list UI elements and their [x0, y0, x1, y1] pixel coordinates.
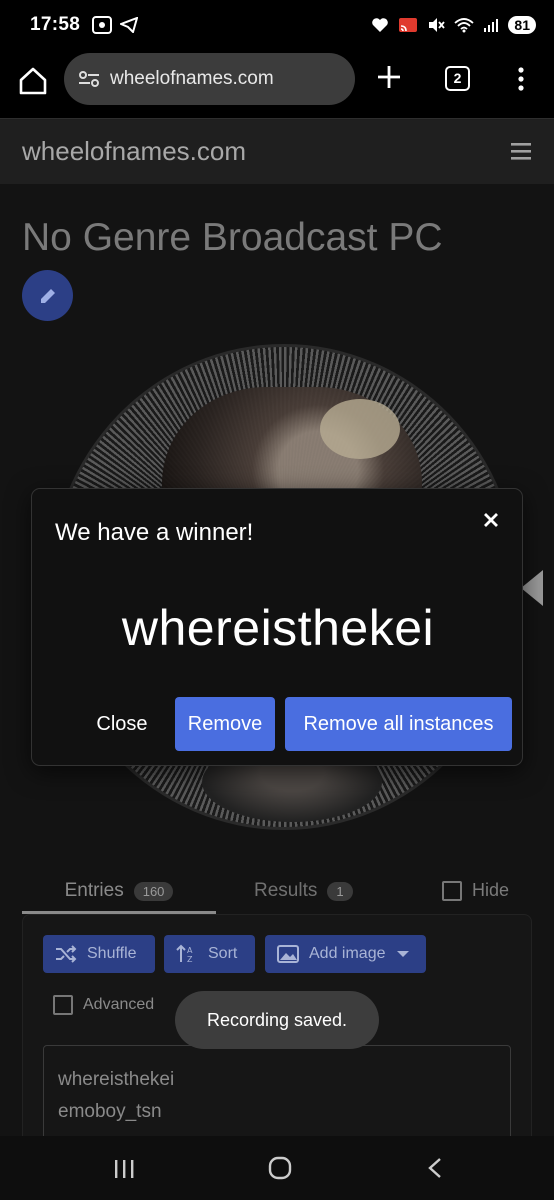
- add-image-button[interactable]: Add image: [265, 935, 426, 973]
- shuffle-icon: [56, 945, 77, 963]
- site-settings-icon[interactable]: [78, 70, 100, 88]
- edit-title-button[interactable]: [22, 270, 73, 321]
- signal-icon: [484, 19, 499, 32]
- remove-all-instances-button[interactable]: Remove all instances: [285, 697, 512, 751]
- page-title: No Genre Broadcast PC: [22, 216, 443, 259]
- site-title[interactable]: wheelofnames.com: [22, 136, 246, 167]
- url-text: wheelofnames.com: [110, 68, 274, 89]
- toast-notification: Recording saved.: [175, 991, 379, 1049]
- advanced-checkbox[interactable]: [53, 995, 73, 1015]
- tab-entries[interactable]: Entries 160: [22, 868, 216, 914]
- wheel-pointer: [521, 570, 543, 606]
- status-bar: 17:58 81: [0, 0, 554, 50]
- svg-text:Z: Z: [187, 955, 193, 964]
- new-tab-icon[interactable]: [372, 60, 406, 94]
- mute-icon: [429, 18, 446, 32]
- hide-checkbox[interactable]: [442, 880, 462, 901]
- close-icon[interactable]: [478, 507, 504, 533]
- status-time: 17:58: [30, 14, 81, 35]
- wifi-icon: [454, 18, 475, 33]
- back-icon[interactable]: [425, 1156, 445, 1180]
- hamburger-menu-icon[interactable]: [510, 141, 532, 161]
- sort-button[interactable]: AZ Sort: [164, 935, 255, 973]
- remove-button[interactable]: Remove: [175, 697, 275, 751]
- image-icon: [277, 945, 299, 963]
- tab-results[interactable]: Results 1: [254, 868, 353, 914]
- tab-switcher-button[interactable]: 2: [445, 66, 470, 91]
- close-button[interactable]: Close: [84, 697, 160, 751]
- system-nav-bar: [0, 1136, 554, 1200]
- entry-line: whereisthekei: [58, 1069, 175, 1090]
- url-bar[interactable]: wheelofnames.com: [64, 53, 355, 105]
- advanced-toggle[interactable]: Advanced: [53, 995, 154, 1015]
- winner-name: whereisthekei: [121, 600, 435, 656]
- entries-textarea[interactable]: whereisthekei emoboy_tsn: [43, 1045, 511, 1136]
- site-header: wheelofnames.com: [0, 118, 554, 184]
- heart-icon: [372, 18, 389, 32]
- shuffle-button[interactable]: Shuffle: [43, 935, 155, 973]
- browser-toolbar: wheelofnames.com 2: [0, 50, 554, 118]
- entry-line: emoboy_tsn: [58, 1101, 162, 1122]
- svg-text:A: A: [187, 946, 193, 955]
- pencil-icon: [40, 288, 55, 303]
- battery-indicator: 81: [508, 16, 536, 34]
- recent-apps-icon[interactable]: [112, 1158, 136, 1180]
- hide-toggle[interactable]: Hide: [442, 880, 509, 901]
- results-count-badge: 1: [327, 881, 353, 901]
- cast-icon: [399, 18, 418, 32]
- dialog-title: We have a winner!: [55, 519, 254, 546]
- chevron-down-icon: [396, 951, 409, 957]
- screen-record-icon: [92, 16, 113, 34]
- sort-icon: AZ: [176, 944, 193, 964]
- winner-dialog: We have a winner! whereisthekei Close Re…: [31, 488, 523, 766]
- telegram-icon: [120, 17, 139, 33]
- more-options-icon[interactable]: [508, 64, 534, 94]
- home-nav-icon[interactable]: [268, 1156, 292, 1180]
- entries-results-tabs: Entries 160 Results 1 Hide: [0, 868, 554, 918]
- entries-count-badge: 160: [133, 881, 174, 901]
- home-icon[interactable]: [16, 64, 50, 98]
